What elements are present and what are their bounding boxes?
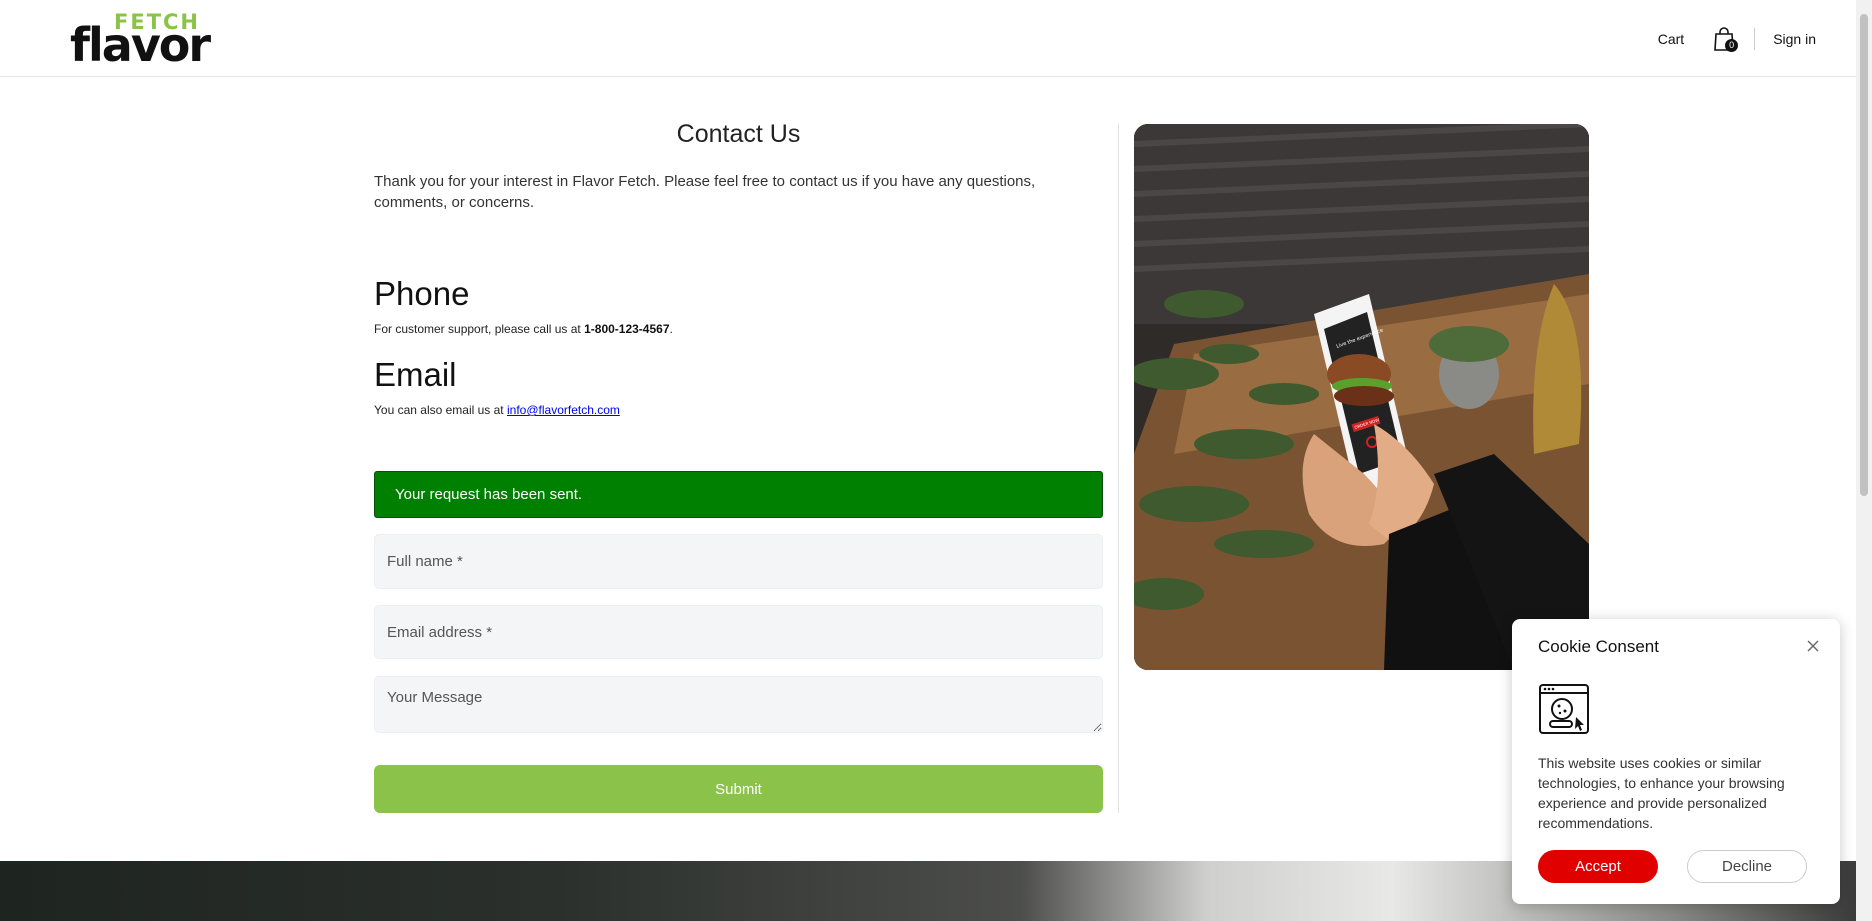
contact-section: Contact Us Thank you for your interest i…: [374, 120, 1103, 813]
phone-in-hands-illustration: Live the experience ORDER NOW: [1134, 124, 1589, 670]
shopping-bag-icon[interactable]: 0: [1712, 26, 1739, 52]
site-header: FETCH flavor Cart 0 Sign in: [0, 0, 1856, 77]
accept-button[interactable]: Accept: [1538, 850, 1658, 883]
email-link[interactable]: info@flavorfetch.com: [507, 403, 620, 417]
hero-photo: Live the experience ORDER NOW: [1134, 124, 1589, 670]
phone-number: 1-800-123-4567: [584, 322, 670, 336]
phone-heading: Phone: [374, 275, 470, 312]
cookie-consent-dialog: Cookie Consent This website uses cookies…: [1512, 619, 1840, 904]
phone-text: For customer support, please call us at: [374, 322, 585, 336]
email-text: You can also email us at: [374, 403, 507, 417]
phone-suffix: .: [669, 322, 673, 336]
cart-count-badge: 0: [1725, 39, 1739, 52]
email-heading: Email: [374, 356, 457, 393]
cookie-browser-icon: [1539, 684, 1589, 734]
full-name-input[interactable]: [374, 534, 1103, 589]
phone-info: For customer support, please call us at …: [374, 322, 673, 336]
cookie-title: Cookie Consent: [1538, 637, 1659, 656]
contact-intro: Thank you for your interest in Flavor Fe…: [374, 173, 1036, 211]
header-nav: Cart 0 Sign in: [1658, 26, 1816, 52]
close-icon[interactable]: [1804, 637, 1822, 655]
logo-flavor-text: flavor: [70, 18, 211, 72]
signin-link[interactable]: Sign in: [1773, 31, 1816, 47]
scrollbar-thumb[interactable]: [1860, 14, 1868, 496]
cart-link[interactable]: Cart: [1658, 31, 1684, 47]
column-divider: [1118, 124, 1119, 813]
cookie-text: This website uses cookies or similar tec…: [1538, 755, 1785, 831]
flavor-fetch-logo[interactable]: FETCH flavor: [70, 10, 220, 68]
page-scrollbar[interactable]: [1856, 0, 1872, 921]
page-title: Contact Us: [676, 120, 801, 148]
email-address-input[interactable]: [374, 605, 1103, 659]
email-info: You can also email us at info@flavorfetc…: [374, 403, 620, 417]
submit-button[interactable]: Submit: [374, 765, 1103, 813]
decline-button[interactable]: Decline: [1687, 850, 1807, 883]
message-textarea[interactable]: [374, 676, 1103, 733]
success-alert: Your request has been sent.: [374, 471, 1103, 518]
nav-divider: [1754, 28, 1756, 50]
